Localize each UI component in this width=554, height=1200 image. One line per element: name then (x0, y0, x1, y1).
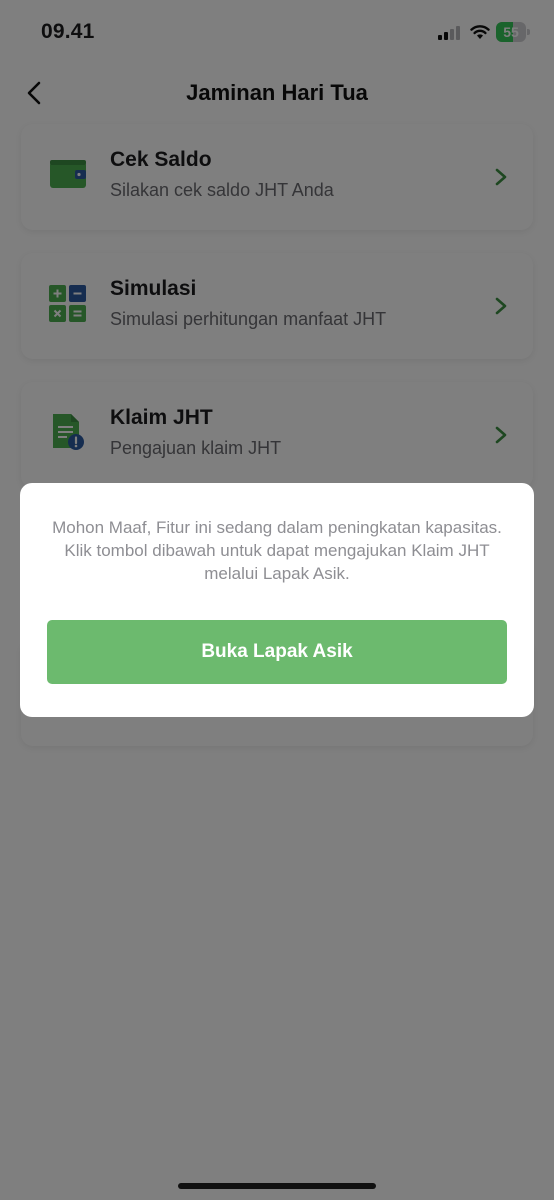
screen: 09.41 55 Jaminan Hari Tua Cek Saldo S (0, 0, 554, 1200)
info-dialog: Mohon Maaf, Fitur ini sedang dalam penin… (20, 483, 534, 717)
open-lapak-asik-button[interactable]: Buka Lapak Asik (47, 620, 507, 684)
dialog-message: Mohon Maaf, Fitur ini sedang dalam penin… (52, 518, 502, 583)
home-indicator[interactable] (178, 1183, 376, 1189)
